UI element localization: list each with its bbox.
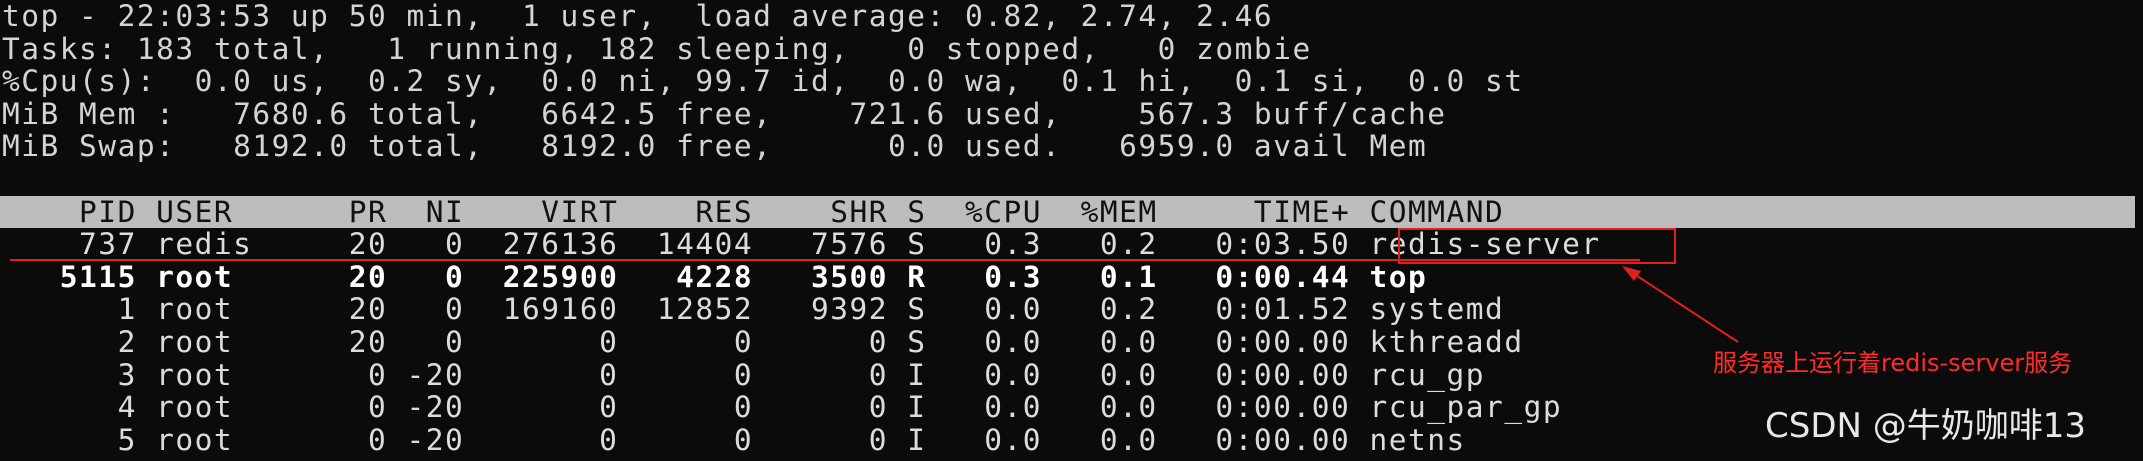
csdn-watermark: CSDN @牛奶咖啡13: [1765, 406, 2087, 446]
annotation-label: 服务器上运行着redis-server服务: [1713, 349, 2073, 377]
annotation-arrow-icon: [1622, 266, 1739, 343]
